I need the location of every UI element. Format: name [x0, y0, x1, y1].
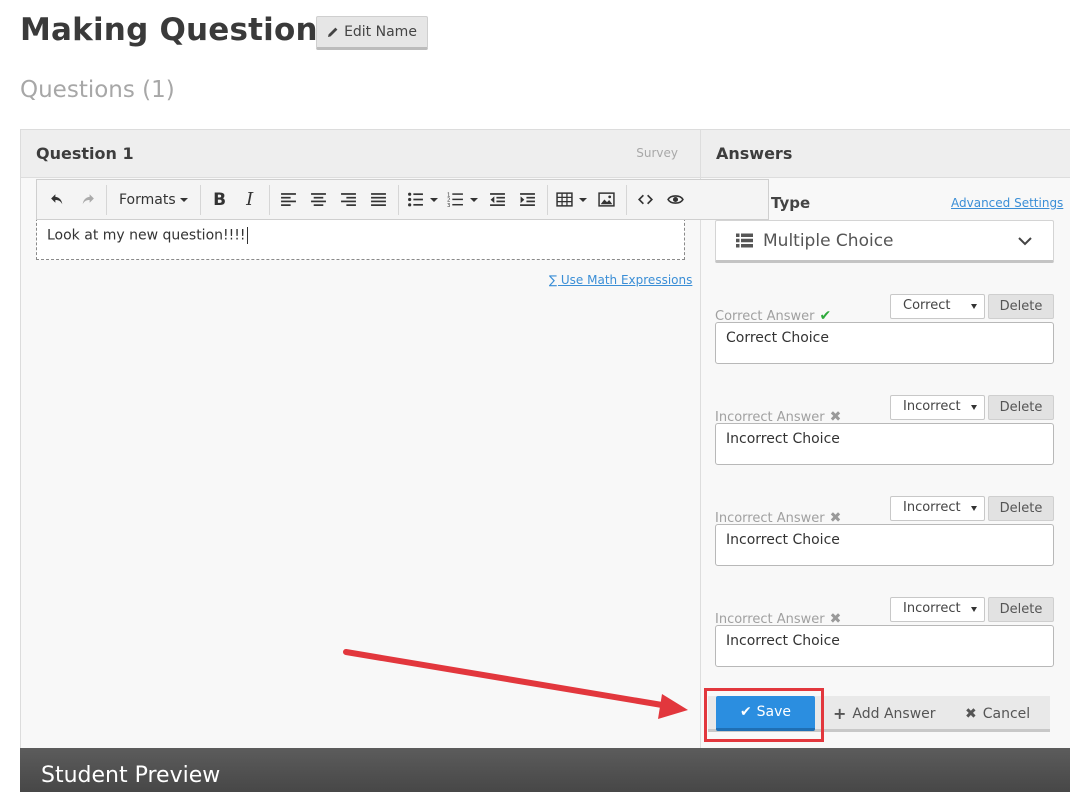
edit-name-button[interactable]: Edit Name: [316, 16, 428, 50]
caret-down-icon: [971, 607, 977, 612]
editor-toolbar: Formats B I 123: [36, 179, 769, 220]
question-type-badge: Survey: [636, 146, 678, 160]
times-icon: ✖: [965, 705, 977, 722]
align-right-icon: [341, 193, 357, 206]
redo-button[interactable]: [72, 185, 102, 215]
answer-status-value: Incorrect: [903, 399, 961, 414]
preview-button[interactable]: [661, 185, 691, 215]
answer-item: Incorrect Answer ✖ Incorrect Delete Inco…: [715, 395, 1054, 475]
caret-down-icon: [179, 197, 188, 202]
toolbar-divider: [625, 184, 627, 215]
caret-down-icon: [579, 197, 588, 202]
cancel-button[interactable]: ✖ Cancel: [965, 696, 1030, 731]
indent-button[interactable]: [513, 185, 543, 215]
toolbar-divider: [546, 184, 548, 215]
edit-name-label: Edit Name: [344, 24, 417, 40]
align-center-icon: [311, 193, 327, 206]
bullet-list-button[interactable]: [403, 185, 443, 215]
toolbar-divider: [106, 184, 107, 215]
bold-button[interactable]: B: [205, 185, 235, 215]
list-icon: [736, 233, 753, 248]
answer-status-value: Correct: [903, 298, 951, 313]
justify-icon: [371, 193, 387, 206]
plus-icon: +: [833, 704, 847, 723]
answer-status-select[interactable]: Incorrect: [890, 496, 985, 521]
svg-text:3: 3: [447, 203, 450, 208]
justify-button[interactable]: [364, 185, 394, 215]
answer-item: Correct Answer ✔ Correct Delete Correct …: [715, 294, 1054, 374]
table-button[interactable]: [552, 185, 592, 215]
save-button[interactable]: ✔ Save: [716, 696, 815, 731]
caret-down-icon: [470, 197, 479, 202]
eye-icon: [667, 195, 684, 204]
caret-down-icon: [971, 506, 977, 511]
caret-down-icon: [430, 197, 439, 202]
advanced-settings-link[interactable]: Advanced Settings: [951, 196, 1063, 210]
question-header: Question 1 Survey: [21, 130, 700, 178]
answer-input[interactable]: Correct Choice: [715, 322, 1054, 364]
formats-dropdown[interactable]: Formats: [111, 185, 196, 215]
delete-answer-button[interactable]: Delete: [988, 496, 1054, 521]
add-answer-button[interactable]: + Add Answer: [833, 696, 936, 731]
answer-status-value: Incorrect: [903, 601, 961, 616]
answer-status-value: Incorrect: [903, 500, 961, 515]
question-editor[interactable]: Look at my new question!!!!: [36, 218, 685, 260]
answer-input[interactable]: Incorrect Choice: [715, 625, 1054, 667]
source-code-button[interactable]: [631, 185, 661, 215]
italic-button[interactable]: I: [235, 185, 265, 215]
align-center-button[interactable]: [304, 185, 334, 215]
questions-section-title: Questions (1): [20, 77, 175, 103]
answer-status-select[interactable]: Incorrect: [890, 597, 985, 622]
toolbar-divider: [397, 184, 399, 215]
formats-label: Formats: [119, 191, 176, 208]
caret-down-icon: [971, 304, 977, 309]
bullet-list-icon: [408, 192, 424, 207]
add-answer-label: Add Answer: [852, 705, 936, 722]
pencil-icon: [328, 27, 338, 37]
text-cursor: [247, 227, 249, 244]
delete-answer-button[interactable]: Delete: [988, 395, 1054, 420]
numbered-list-button[interactable]: 123: [443, 185, 483, 215]
question-text: Look at my new question!!!!: [47, 227, 246, 244]
answers-title: Answers: [716, 144, 793, 163]
student-preview-bar[interactable]: Student Preview: [20, 748, 1070, 792]
answer-input[interactable]: Incorrect Choice: [715, 423, 1054, 465]
image-button[interactable]: [592, 185, 622, 215]
answer-status-select[interactable]: Correct: [890, 294, 985, 319]
redo-icon: [82, 194, 94, 205]
table-icon: [556, 192, 573, 207]
answers-header: Answers: [700, 130, 1070, 178]
question-type-select[interactable]: Multiple Choice: [715, 220, 1054, 263]
toolbar-divider: [199, 184, 201, 215]
answer-item: Incorrect Answer ✖ Incorrect Delete Inco…: [715, 496, 1054, 576]
align-left-icon: [281, 193, 297, 206]
align-right-button[interactable]: [334, 185, 364, 215]
undo-icon: [50, 194, 62, 205]
answer-status-select[interactable]: Incorrect: [890, 395, 985, 420]
type-label: Type: [771, 194, 811, 212]
align-left-button[interactable]: [274, 185, 304, 215]
answer-input[interactable]: Incorrect Choice: [715, 524, 1054, 566]
toolbar-divider: [268, 184, 270, 215]
outdent-button[interactable]: [483, 185, 513, 215]
answer-item: Incorrect Answer ✖ Incorrect Delete Inco…: [715, 597, 1054, 677]
undo-button[interactable]: [42, 185, 72, 215]
numbered-list-icon: 123: [447, 192, 464, 208]
code-icon: [638, 194, 654, 205]
student-preview-title: Student Preview: [41, 763, 221, 788]
save-label: Save: [756, 704, 792, 720]
indent-icon: [520, 193, 536, 206]
question-type-value: Multiple Choice: [763, 230, 894, 251]
delete-answer-button[interactable]: Delete: [988, 597, 1054, 622]
delete-answer-button[interactable]: Delete: [988, 294, 1054, 319]
chevron-down-icon: [1018, 237, 1032, 246]
caret-down-icon: [971, 405, 977, 410]
image-icon: [598, 192, 615, 207]
question-title: Question 1: [36, 144, 134, 163]
page-title: Making Questions: [20, 12, 337, 48]
math-expressions-link[interactable]: ∑ Use Math Expressions: [549, 273, 692, 287]
cancel-label: Cancel: [982, 705, 1031, 722]
outdent-icon: [490, 193, 506, 206]
check-icon: ✔: [739, 704, 752, 720]
